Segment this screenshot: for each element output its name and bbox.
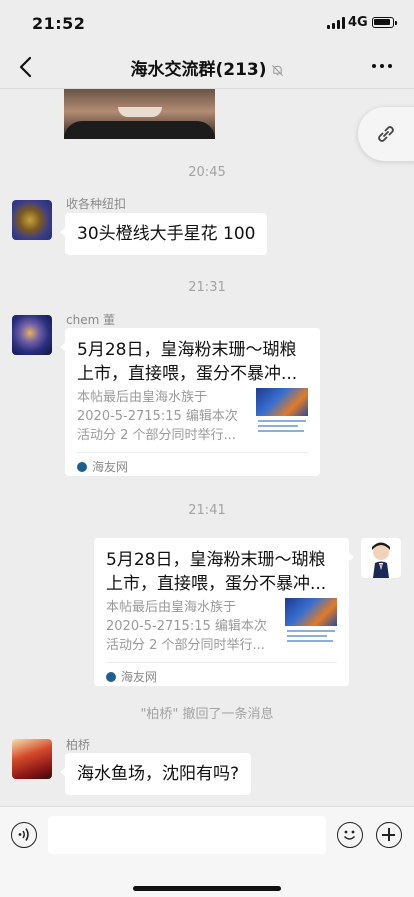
status-bar: 21:52 4G xyxy=(0,0,414,46)
link-title: 5月28日，皇海粉末珊～瑚粮上市，直接喂，蛋分不暴冲... xyxy=(77,340,298,384)
emoji-icon[interactable] xyxy=(337,822,363,848)
sender-name: 收各种纽扣 xyxy=(66,197,127,211)
avatar[interactable] xyxy=(12,739,52,779)
link-description: 本帖最后由皇海水族于 2020-5-2715:15 编辑本次活动分 2 个部分同… xyxy=(106,600,267,653)
status-time: 21:52 xyxy=(32,14,86,33)
timestamp: 20:45 xyxy=(188,165,226,180)
nav-bar: 海水交流群(213) xyxy=(0,46,414,89)
source-logo-icon xyxy=(77,462,87,472)
voice-icon[interactable] xyxy=(11,822,37,848)
avatar[interactable] xyxy=(361,538,401,578)
source-logo-icon xyxy=(106,672,116,682)
sender-name: chem 董 xyxy=(66,313,116,327)
message-bubble[interactable]: 30头橙线大手星花 100 xyxy=(59,213,268,255)
recall-notice: "柏桥" 撤回了一条消息 xyxy=(140,707,274,722)
sender-name: 柏桥 xyxy=(66,738,91,752)
link-icon xyxy=(378,126,394,142)
chat-area[interactable]: 20:45 收各种纽扣 30头橙线大手星花 100 21:31 chem 董 5… xyxy=(0,89,414,805)
timestamp: 21:41 xyxy=(188,503,226,518)
plus-icon[interactable] xyxy=(376,822,402,848)
link-card[interactable]: 5月28日，皇海粉末珊～瑚粮上市，直接喂，蛋分不暴冲... 本帖最后由皇海水族于… xyxy=(60,328,320,476)
mute-bell-icon xyxy=(271,64,283,76)
battery-icon xyxy=(372,17,397,28)
network-type: 4G xyxy=(348,15,368,30)
avatar[interactable] xyxy=(12,315,52,355)
more-dots-icon[interactable] xyxy=(372,64,392,70)
link-source: 海友网 xyxy=(77,459,128,475)
input-bar xyxy=(0,806,414,897)
message-bubble[interactable]: 海水鱼场，沈阳有吗? xyxy=(59,753,252,795)
home-indicator xyxy=(133,886,281,891)
source-name: 海友网 xyxy=(121,670,158,684)
chat-title: 海水交流群(213) xyxy=(130,60,267,80)
link-thumbnail xyxy=(285,598,337,646)
message-text: 30头橙线大手星花 100 xyxy=(77,224,256,244)
avatar[interactable] xyxy=(12,200,52,240)
chat-title-wrap: 海水交流群(213) xyxy=(0,55,414,80)
floating-link-button[interactable] xyxy=(358,107,414,161)
message-input[interactable] xyxy=(48,816,326,854)
link-card[interactable]: 5月28日，皇海粉末珊～瑚粮上市，直接喂，蛋分不暴冲... 本帖最后由皇海水族于… xyxy=(94,538,354,686)
message-text: 海水鱼场，沈阳有吗? xyxy=(77,764,240,784)
signal-icon xyxy=(327,17,345,29)
link-description: 本帖最后由皇海水族于 2020-5-2715:15 编辑本次活动分 2 个部分同… xyxy=(77,390,238,443)
source-name: 海友网 xyxy=(92,460,129,474)
image-message-crop[interactable] xyxy=(64,89,215,139)
link-thumbnail xyxy=(256,388,308,436)
link-source: 海友网 xyxy=(106,669,157,685)
link-title: 5月28日，皇海粉末珊～瑚粮上市，直接喂，蛋分不暴冲... xyxy=(106,550,327,594)
timestamp: 21:31 xyxy=(188,280,226,295)
